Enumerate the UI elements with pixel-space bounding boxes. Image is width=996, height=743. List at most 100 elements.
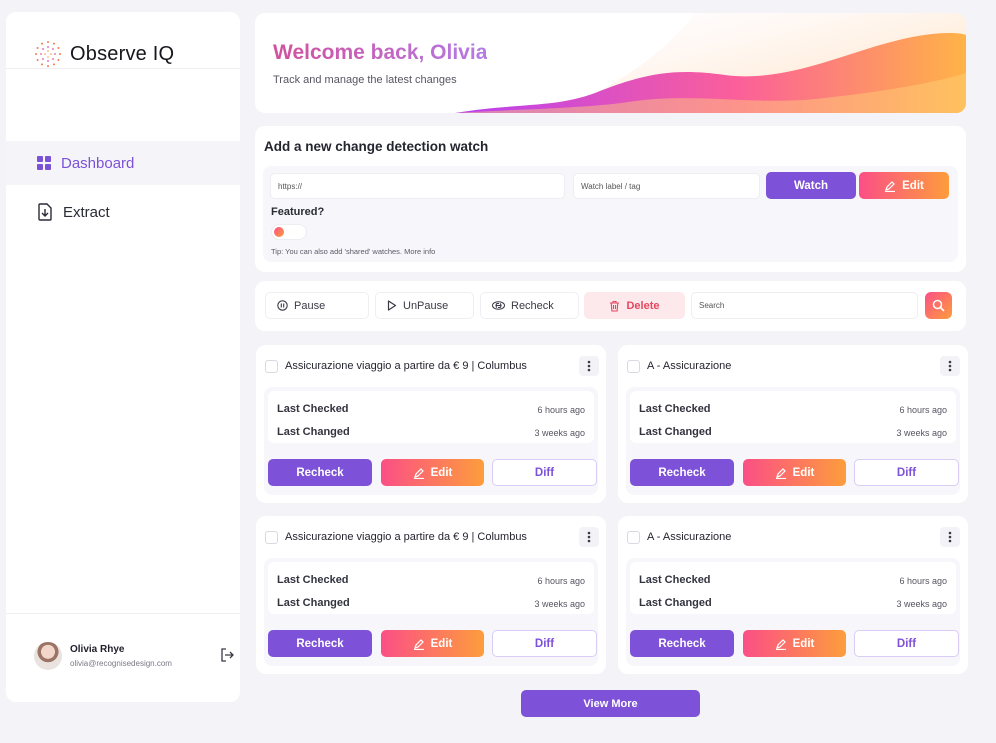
delete-button[interactable]: Delete bbox=[584, 292, 685, 319]
recheck-button[interactable]: Recheck bbox=[630, 630, 734, 657]
watch-button[interactable]: Watch bbox=[766, 172, 856, 199]
pencil-icon bbox=[775, 638, 786, 650]
button-label: Edit bbox=[430, 466, 453, 479]
watch-details: Last Checked 6 hours ago Last Changed 3 … bbox=[264, 387, 598, 495]
diff-button[interactable]: Diff bbox=[854, 459, 959, 486]
button-label: Watch bbox=[793, 179, 829, 192]
user-email: olivia@recognisedesign.com bbox=[70, 659, 172, 668]
last-changed-label: Last Changed bbox=[277, 426, 350, 438]
button-label: Recheck bbox=[658, 637, 706, 650]
pencil-icon bbox=[775, 467, 786, 479]
last-changed-value: 3 weeks ago bbox=[896, 428, 947, 438]
last-checked-value: 6 hours ago bbox=[899, 405, 947, 415]
recheck-button[interactable]: Recheck bbox=[268, 459, 372, 486]
watch-card: Assicurazione viaggio a partire da € 9 |… bbox=[256, 516, 606, 674]
pause-icon bbox=[277, 300, 288, 311]
watch-title: A - Assicurazione bbox=[647, 531, 732, 543]
button-label: UnPause bbox=[403, 299, 449, 312]
select-checkbox[interactable] bbox=[265, 360, 278, 373]
search-input[interactable]: Search bbox=[691, 292, 918, 319]
add-watch-form: https:// Watch label / tag Watch Edit Fe… bbox=[263, 166, 958, 262]
select-checkbox[interactable] bbox=[627, 360, 640, 373]
last-changed-label: Last Changed bbox=[639, 426, 712, 438]
featured-toggle[interactable] bbox=[271, 224, 307, 240]
last-changed-label: Last Changed bbox=[277, 597, 350, 609]
recheck-button[interactable]: Recheck bbox=[480, 292, 579, 319]
button-label: Recheck bbox=[296, 466, 344, 479]
link-icon bbox=[492, 301, 505, 310]
recheck-button[interactable]: Recheck bbox=[630, 459, 734, 486]
more-options-icon[interactable] bbox=[579, 527, 599, 547]
button-label: Recheck bbox=[296, 637, 344, 650]
watch-details: Last Checked 6 hours ago Last Changed 3 … bbox=[626, 387, 960, 495]
diff-button[interactable]: Diff bbox=[492, 630, 597, 657]
pause-button[interactable]: Pause bbox=[265, 292, 369, 319]
logout-icon[interactable] bbox=[220, 648, 234, 662]
last-checked-label: Last Checked bbox=[639, 403, 711, 415]
watch-title: A - Assicurazione bbox=[647, 360, 732, 372]
bulk-actions-toolbar: Pause UnPause Recheck Delete Search bbox=[255, 281, 966, 331]
sidebar-item-extract[interactable]: Extract bbox=[6, 190, 240, 234]
button-label: Edit bbox=[430, 637, 453, 650]
more-options-icon[interactable] bbox=[579, 356, 599, 376]
edit-button[interactable]: Edit bbox=[743, 630, 846, 657]
label-input[interactable]: Watch label / tag bbox=[573, 173, 760, 199]
play-icon bbox=[387, 300, 397, 311]
brand-name: Observe IQ bbox=[70, 42, 175, 65]
recheck-button[interactable]: Recheck bbox=[268, 630, 372, 657]
edit-button[interactable]: Edit bbox=[381, 459, 484, 486]
unpause-button[interactable]: UnPause bbox=[375, 292, 474, 319]
last-changed-value: 3 weeks ago bbox=[534, 428, 585, 438]
more-options-icon[interactable] bbox=[940, 356, 960, 376]
pencil-icon bbox=[413, 467, 424, 479]
last-checked-label: Last Checked bbox=[277, 403, 349, 415]
watch-stats: Last Checked 6 hours ago Last Changed 3 … bbox=[630, 562, 956, 614]
avatar bbox=[34, 642, 62, 670]
button-label: Diff bbox=[534, 637, 555, 650]
featured-label: Featured? bbox=[271, 206, 325, 218]
button-label: Diff bbox=[896, 466, 917, 479]
last-checked-value: 6 hours ago bbox=[899, 576, 947, 586]
last-checked-label: Last Checked bbox=[639, 574, 711, 586]
sidebar: Observe IQ Dashboard Extract Olivia Rhye… bbox=[6, 12, 240, 702]
brand[interactable]: Observe IQ bbox=[34, 40, 174, 68]
user-profile[interactable]: Olivia Rhye olivia@recognisedesign.com bbox=[34, 636, 234, 676]
url-input[interactable]: https:// bbox=[270, 173, 565, 199]
file-download-icon bbox=[38, 203, 52, 221]
watch-stats: Last Checked 6 hours ago Last Changed 3 … bbox=[630, 391, 956, 443]
edit-button[interactable]: Edit bbox=[859, 172, 949, 199]
button-label: Pause bbox=[294, 299, 326, 312]
toggle-knob bbox=[274, 227, 284, 237]
sidebar-item-label: Extract bbox=[63, 203, 110, 221]
welcome-subtitle: Track and manage the latest changes bbox=[273, 74, 457, 86]
dotted-sun-logo-icon bbox=[35, 41, 61, 67]
button-label: Edit bbox=[792, 466, 815, 479]
more-options-icon[interactable] bbox=[940, 527, 960, 547]
select-checkbox[interactable] bbox=[627, 531, 640, 544]
watch-card: A - Assicurazione Last Checked 6 hours a… bbox=[618, 516, 968, 674]
diff-button[interactable]: Diff bbox=[492, 459, 597, 486]
tip-text: Tip: You can also add 'shared' watches. … bbox=[271, 247, 436, 256]
divider bbox=[6, 613, 240, 614]
view-more-button[interactable]: View More bbox=[521, 690, 700, 717]
trash-icon bbox=[610, 300, 620, 312]
edit-button[interactable]: Edit bbox=[743, 459, 846, 486]
panel-title: Add a new change detection watch bbox=[264, 139, 489, 154]
pencil-icon bbox=[885, 180, 896, 192]
button-label: Diff bbox=[534, 466, 555, 479]
select-checkbox[interactable] bbox=[265, 531, 278, 544]
button-label: Edit bbox=[792, 637, 815, 650]
last-checked-label: Last Checked bbox=[277, 574, 349, 586]
sidebar-item-dashboard[interactable]: Dashboard bbox=[6, 141, 240, 185]
welcome-title: Welcome back, Olivia bbox=[273, 41, 488, 64]
sidebar-item-label: Dashboard bbox=[61, 154, 135, 172]
edit-button[interactable]: Edit bbox=[381, 630, 484, 657]
diff-button[interactable]: Diff bbox=[854, 630, 959, 657]
search-button[interactable] bbox=[925, 292, 952, 319]
watch-card: Assicurazione viaggio a partire da € 9 |… bbox=[256, 345, 606, 503]
button-label: View More bbox=[583, 697, 638, 710]
watch-details: Last Checked 6 hours ago Last Changed 3 … bbox=[264, 558, 598, 666]
last-changed-value: 3 weeks ago bbox=[534, 599, 585, 609]
add-watch-panel: Add a new change detection watch https:/… bbox=[255, 126, 966, 272]
last-changed-label: Last Changed bbox=[639, 597, 712, 609]
